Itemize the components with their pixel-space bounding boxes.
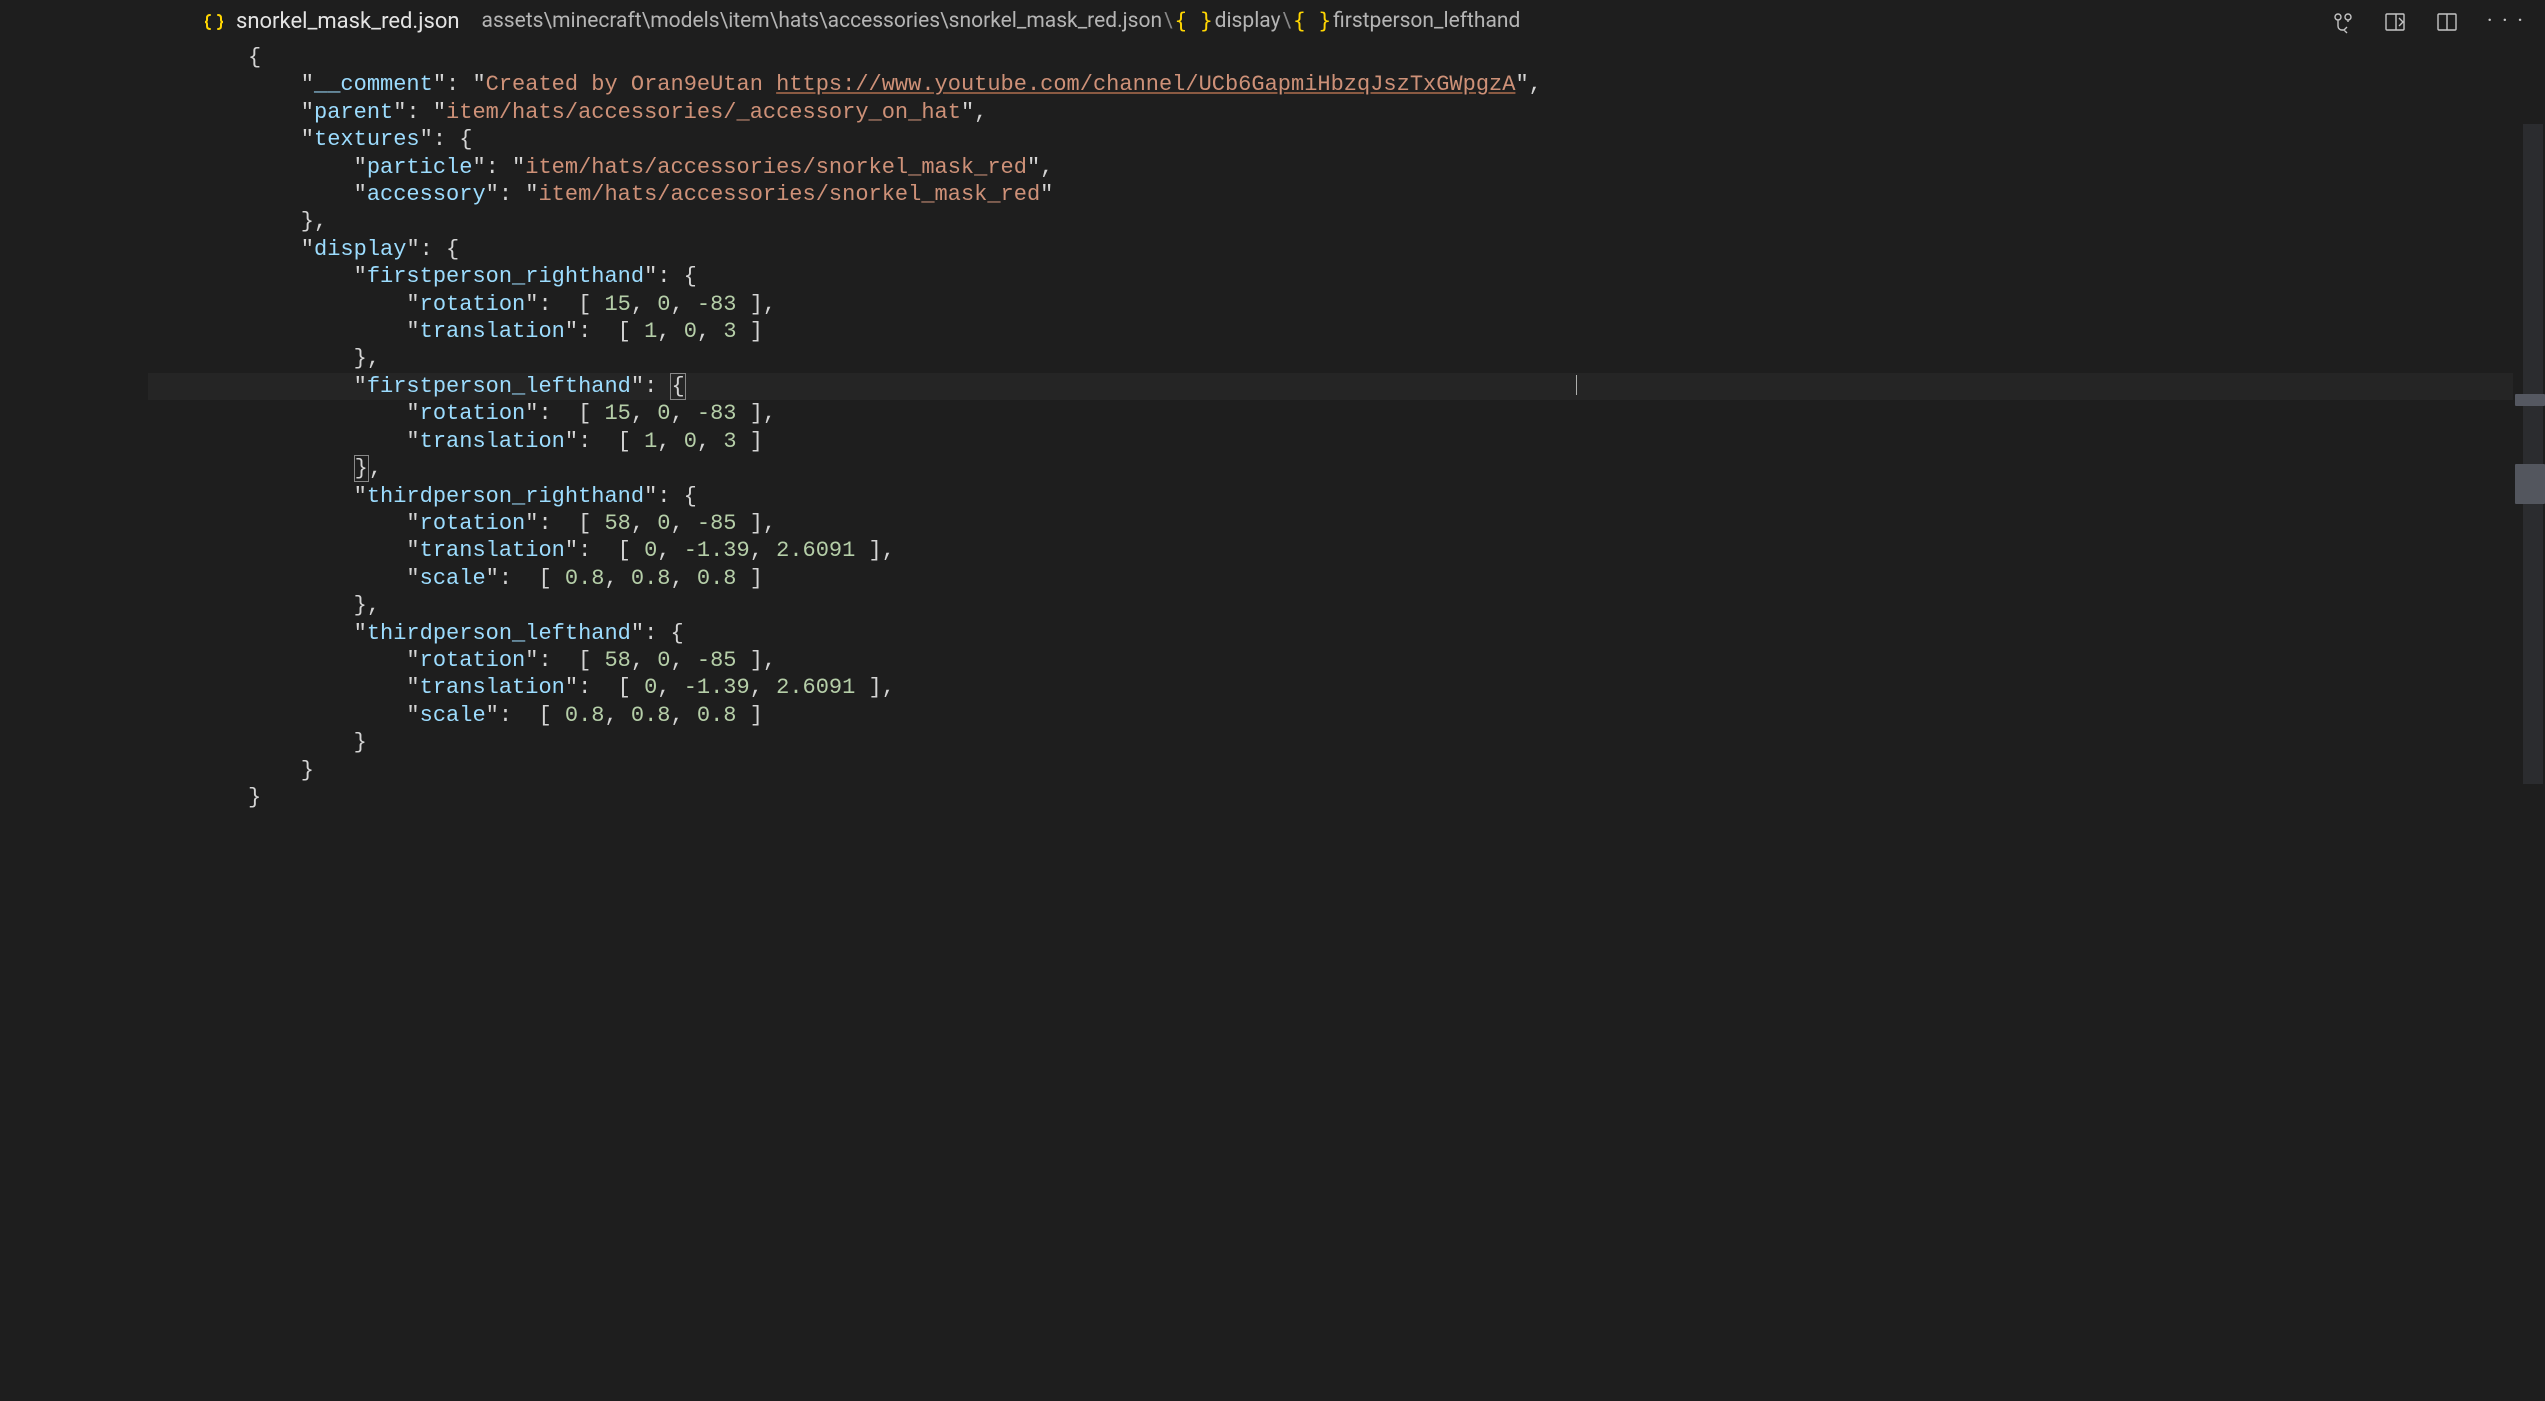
breadcrumb-path[interactable]: assets\minecraft\models\item\hats\access… <box>482 8 1163 35</box>
text-editor[interactable]: { "__comment": "Created by Oran9eUtan ht… <box>0 44 2545 1401</box>
code-line-current[interactable]: "firstperson_lefthand": { <box>148 373 2513 400</box>
open-preview-icon[interactable] <box>2383 10 2407 34</box>
code-line[interactable]: "translation": [ 1, 0, 3 ] <box>148 428 2513 455</box>
json-braces-icon <box>202 10 226 34</box>
editor-scrollbar[interactable] <box>2515 44 2545 1401</box>
code-line[interactable]: } <box>148 729 2513 756</box>
code-line[interactable]: "rotation": [ 58, 0, -85 ], <box>148 510 2513 537</box>
breadcrumb-object-icon: { } <box>1175 8 1213 35</box>
url-link[interactable]: https://www.youtube.com/channel/UCb6Gapm… <box>776 72 1515 97</box>
breadcrumb-bar[interactable]: assets\minecraft\models\item\hats\access… <box>482 8 1521 35</box>
code-line[interactable]: "firstperson_righthand": { <box>148 263 2513 290</box>
code-line[interactable]: "particle": "item/hats/accessories/snork… <box>148 154 2513 181</box>
bracket-match-open: { <box>670 373 685 400</box>
code-line[interactable]: "__comment": "Created by Oran9eUtan http… <box>148 71 2513 98</box>
code-line[interactable]: "display": { <box>148 236 2513 263</box>
code-line[interactable]: "scale": [ 0.8, 0.8, 0.8 ] <box>148 702 2513 729</box>
code-line[interactable]: } <box>148 757 2513 784</box>
code-line[interactable]: { <box>148 44 2513 71</box>
code-line[interactable]: }, <box>148 592 2513 619</box>
breadcrumb-node-leaf[interactable]: firstperson_lefthand <box>1333 8 1520 35</box>
more-actions-icon[interactable]: · · · <box>2487 8 2525 35</box>
compare-changes-icon[interactable] <box>2331 10 2355 34</box>
code-line[interactable]: } <box>148 784 2513 811</box>
breadcrumb-object-icon: { } <box>1293 8 1331 35</box>
code-line[interactable]: "rotation": [ 15, 0, -83 ], <box>148 291 2513 318</box>
code-line[interactable]: "thirdperson_righthand": { <box>148 483 2513 510</box>
code-line[interactable]: "translation": [ 0, -1.39, 2.6091 ], <box>148 674 2513 701</box>
code-line[interactable]: "textures": { <box>148 126 2513 153</box>
code-line[interactable]: "scale": [ 0.8, 0.8, 0.8 ] <box>148 565 2513 592</box>
code-line[interactable]: "translation": [ 1, 0, 3 ] <box>148 318 2513 345</box>
code-line[interactable]: "thirdperson_lefthand": { <box>148 620 2513 647</box>
code-line[interactable]: "rotation": [ 15, 0, -83 ], <box>148 400 2513 427</box>
open-file-tab[interactable]: snorkel_mask_red.json <box>236 8 460 35</box>
bracket-match-close: } <box>354 455 369 482</box>
code-line[interactable]: "rotation": [ 58, 0, -85 ], <box>148 647 2513 674</box>
text-cursor <box>1576 375 1577 395</box>
editor-tabbar: snorkel_mask_red.json assets\minecraft\m… <box>0 0 2545 44</box>
code-line[interactable]: }, <box>148 208 2513 235</box>
code-line[interactable]: "accessory": "item/hats/accessories/snor… <box>148 181 2513 208</box>
code-line[interactable]: "translation": [ 0, -1.39, 2.6091 ], <box>148 537 2513 564</box>
code-line[interactable]: }, <box>148 345 2513 372</box>
split-editor-icon[interactable] <box>2435 10 2459 34</box>
breadcrumb-node-display[interactable]: display <box>1215 8 1281 35</box>
code-line[interactable]: "parent": "item/hats/accessories/_access… <box>148 99 2513 126</box>
code-line[interactable]: }, <box>148 455 2513 482</box>
